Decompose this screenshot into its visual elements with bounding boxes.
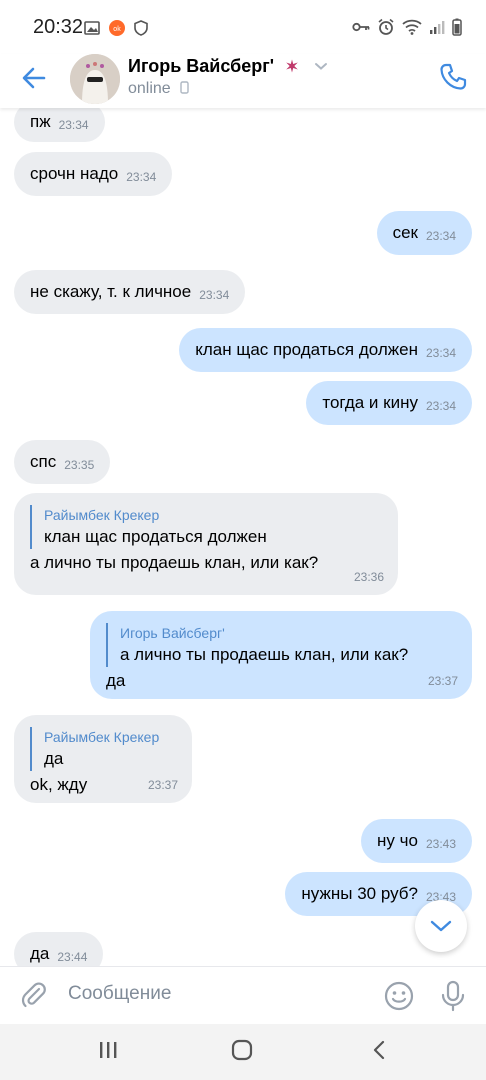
signal-icon: [430, 21, 445, 34]
message-time: 23:37: [427, 674, 458, 688]
message-time: 23:34: [58, 118, 89, 132]
nav-back-icon[interactable]: [371, 1039, 387, 1061]
quoted-message[interactable]: Райымбек Крекер да: [30, 727, 176, 771]
message-text: пж: [30, 112, 51, 131]
message-text: нужны 30 руб?: [301, 884, 418, 903]
message-time: 23:34: [126, 170, 157, 184]
message-time: 23:34: [425, 346, 456, 360]
paperclip-icon[interactable]: [20, 981, 48, 1009]
scroll-to-bottom-button[interactable]: [415, 900, 467, 952]
message-text: клан щас продаться должен: [195, 340, 418, 359]
message-incoming[interactable]: не скажу, т. к личное 23:34: [14, 270, 246, 314]
message-incoming-reply[interactable]: Райымбек Крекер да ok, жду 23:37: [14, 715, 192, 803]
message-input[interactable]: Сообщение: [68, 983, 171, 1005]
message-incoming[interactable]: да 23:44: [14, 932, 104, 966]
contact-name-row[interactable]: Игорь Вайсберг': [128, 56, 328, 77]
chevron-down-icon: [315, 63, 328, 70]
status-bar: 20:32 ok: [0, 0, 486, 54]
emoji-icon[interactable]: [384, 981, 414, 1011]
message-text: а лично ты продаешь клан, или как?: [30, 553, 319, 572]
quoted-message[interactable]: Игорь Вайсберг' а лично ты продаешь клан…: [106, 623, 456, 667]
message-time: 23:34: [425, 399, 456, 413]
chevron-down-icon: [430, 920, 452, 932]
message-outgoing[interactable]: ну чо 23:43: [361, 819, 472, 863]
quoted-author: Райымбек Крекер: [44, 507, 160, 523]
quoted-message[interactable]: Райымбек Крекер клан щас продаться долже…: [30, 505, 382, 549]
message-text: спс: [30, 452, 57, 471]
app-notification-icon: ok: [109, 20, 125, 36]
contact-status: online: [128, 80, 171, 97]
avatar[interactable]: [70, 54, 120, 104]
message-text: да: [30, 944, 50, 963]
svg-text:ok: ok: [113, 26, 121, 33]
message-incoming[interactable]: пж 23:34: [14, 108, 105, 142]
phone-icon[interactable]: [438, 62, 468, 92]
message-text: сек: [392, 223, 418, 242]
microphone-icon[interactable]: [440, 980, 466, 1012]
message-time: 23:34: [425, 229, 456, 243]
star-badge-icon: [286, 59, 298, 73]
shield-icon: [134, 20, 148, 36]
alarm-icon: [378, 18, 394, 35]
message-text: срочн надо: [30, 164, 119, 183]
message-text: ну чо: [377, 831, 418, 850]
quoted-text: клан щас продаться должен: [44, 527, 267, 546]
quoted-author: Райымбек Крекер: [44, 729, 160, 745]
message-time: 23:34: [199, 288, 230, 302]
message-outgoing[interactable]: клан щас продаться должен 23:34: [179, 328, 472, 372]
message-time: 23:37: [147, 778, 178, 792]
battery-icon: [452, 18, 462, 36]
message-text: да: [106, 671, 126, 690]
message-list[interactable]: пж 23:34 срочн надо 23:34 сек 23:34 не скаж…: [0, 108, 486, 966]
message-incoming[interactable]: спс 23:35: [14, 440, 111, 484]
back-arrow-icon[interactable]: [18, 62, 50, 94]
key-icon: [352, 22, 370, 32]
chat-header: Игорь Вайсберг' online: [0, 54, 486, 108]
mobile-icon: [180, 81, 189, 94]
message-incoming-reply[interactable]: Райымбек Крекер клан щас продаться долже…: [14, 493, 398, 595]
ghost-avatar-icon: [70, 54, 120, 104]
message-time: 23:43: [425, 837, 456, 851]
message-text: не скажу, т. к личное: [30, 282, 192, 301]
message-outgoing[interactable]: сек 23:34: [376, 211, 472, 255]
quoted-text: а лично ты продаешь клан, или как?: [120, 645, 409, 664]
message-time: 23:44: [57, 950, 88, 964]
message-composer: Сообщение: [0, 966, 486, 1024]
contact-name: Игорь Вайсберг': [128, 56, 275, 76]
message-text: тогда и кину: [322, 393, 418, 412]
message-incoming[interactable]: срочн надо 23:34: [14, 152, 173, 196]
status-time: 20:32: [33, 16, 84, 38]
contact-status-row: online: [128, 80, 189, 98]
message-outgoing[interactable]: тогда и кину 23:34: [306, 381, 472, 425]
message-outgoing-reply[interactable]: Игорь Вайсберг' а лично ты продаешь клан…: [90, 611, 472, 699]
gallery-icon: [84, 21, 100, 35]
quoted-author: Игорь Вайсберг': [120, 625, 225, 641]
home-icon[interactable]: [231, 1039, 253, 1061]
quoted-text: да: [44, 749, 64, 768]
wifi-icon: [402, 19, 422, 35]
recent-apps-icon[interactable]: [98, 1040, 118, 1060]
message-time: 23:36: [353, 570, 384, 584]
message-time: 23:35: [64, 458, 95, 472]
system-nav-bar: [0, 1024, 486, 1080]
